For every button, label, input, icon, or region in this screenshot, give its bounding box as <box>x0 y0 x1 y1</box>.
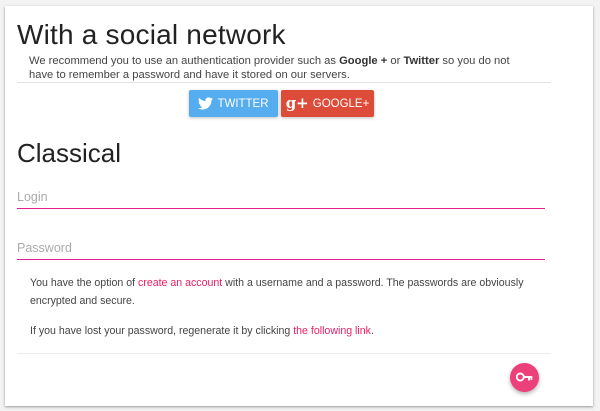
classical-section-title: Classical <box>17 138 122 168</box>
login-input[interactable] <box>17 186 545 209</box>
google-plus-icon: g+ <box>285 94 309 112</box>
footer-divider <box>17 353 551 354</box>
create-account-link[interactable]: create an account <box>138 277 222 289</box>
google-mention: Google + <box>339 55 388 67</box>
social-intro-text: We recommend you to use an authenticatio… <box>29 55 510 81</box>
twitter-login-button[interactable]: TWITTER <box>189 90 278 117</box>
create-account-text: You have the option of create an account… <box>30 277 524 307</box>
key-icon <box>515 370 533 385</box>
login-submit-button[interactable] <box>510 363 539 392</box>
google-login-button[interactable]: g+ GOOGLE+ <box>281 90 374 117</box>
lost-password-text: If you have lost your password, regenera… <box>30 325 374 337</box>
password-input[interactable] <box>17 237 545 260</box>
section-divider <box>17 82 551 83</box>
reset-password-link[interactable]: the following link <box>293 325 371 337</box>
twitter-icon <box>198 97 214 110</box>
google-button-label: GOOGLE+ <box>312 97 370 110</box>
login-card: With a social network We recommend you t… <box>5 6 593 406</box>
twitter-mention: Twitter <box>403 55 440 67</box>
twitter-button-label: TWITTER <box>217 97 269 110</box>
social-section-title: With a social network <box>17 19 286 50</box>
